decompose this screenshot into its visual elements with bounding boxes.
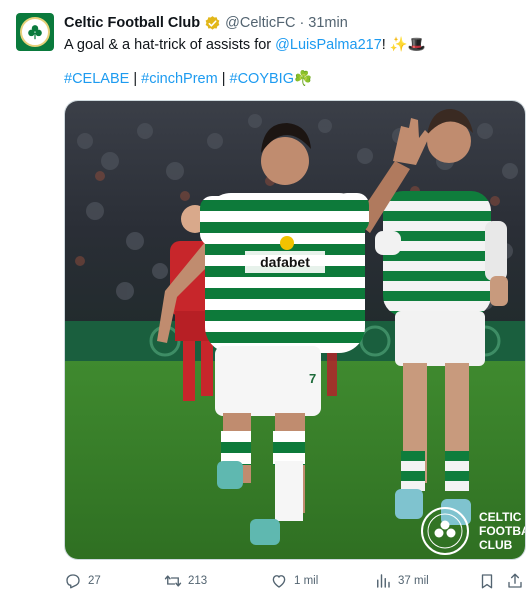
hashtag-celabe[interactable]: #CELABE bbox=[64, 71, 129, 87]
hashtag-divider: | bbox=[217, 71, 230, 87]
views-button[interactable]: 37 mil bbox=[374, 570, 429, 592]
watermark-text-3: CLUB bbox=[479, 538, 513, 552]
watermark-text-2: FOOTBALL bbox=[479, 524, 526, 538]
tweet-header: Celtic Football Club @CelticFC · 31min bbox=[64, 14, 348, 32]
reply-icon bbox=[66, 574, 80, 589]
tweet-photo[interactable]: dafabet 7 CELTIC FOOTB CLUB bbox=[64, 100, 526, 560]
club-crest-icon bbox=[20, 17, 50, 47]
hashtags: #CELABE | #cinchPrem | #COYBIG☘️ bbox=[64, 70, 312, 89]
action-bar: 27 213 1 mil 37 mil bbox=[60, 570, 526, 592]
like-icon bbox=[272, 575, 286, 588]
tweet[interactable]: Celtic Football Club @CelticFC · 31min A… bbox=[0, 0, 529, 596]
like-count: 1 mil bbox=[294, 575, 319, 587]
avatar[interactable] bbox=[16, 13, 54, 51]
views-count: 37 mil bbox=[398, 575, 429, 587]
hashtag-divider: | bbox=[129, 71, 142, 87]
text-suffix: ! ✨🎩 bbox=[381, 37, 426, 53]
text-prefix: A goal & a hat-trick of assists for bbox=[64, 37, 276, 53]
tweet-text: A goal & a hat-trick of assists for @Lui… bbox=[64, 36, 426, 55]
mention-link[interactable]: @LuisPalma217 bbox=[275, 37, 382, 53]
views-icon bbox=[377, 574, 390, 588]
shirt-number: 7 bbox=[309, 371, 316, 386]
separator-dot: · bbox=[299, 15, 305, 31]
sponsor-logo: dafabet bbox=[260, 254, 310, 270]
repost-button[interactable]: 213 bbox=[164, 570, 207, 592]
author-handle[interactable]: @CelticFC bbox=[225, 14, 295, 32]
reply-count: 27 bbox=[88, 575, 101, 587]
share-icon bbox=[508, 573, 522, 588]
bookmark-icon bbox=[481, 574, 493, 589]
shamrock-emoji: ☘️ bbox=[293, 71, 313, 87]
share-button[interactable] bbox=[506, 570, 524, 592]
watermark-text-1: CELTIC bbox=[479, 510, 522, 524]
repost-count: 213 bbox=[188, 575, 208, 587]
timestamp[interactable]: 31min bbox=[308, 14, 348, 32]
repost-icon bbox=[164, 575, 182, 587]
verified-badge-icon bbox=[204, 15, 221, 32]
hashtag-cinchprem[interactable]: #cinchPrem bbox=[141, 71, 218, 87]
like-button[interactable]: 1 mil bbox=[270, 570, 318, 592]
reply-button[interactable]: 27 bbox=[64, 570, 101, 592]
bookmark-button[interactable] bbox=[478, 570, 496, 592]
author-name[interactable]: Celtic Football Club bbox=[64, 14, 200, 32]
hashtag-coybig[interactable]: #COYBIG bbox=[230, 71, 294, 87]
